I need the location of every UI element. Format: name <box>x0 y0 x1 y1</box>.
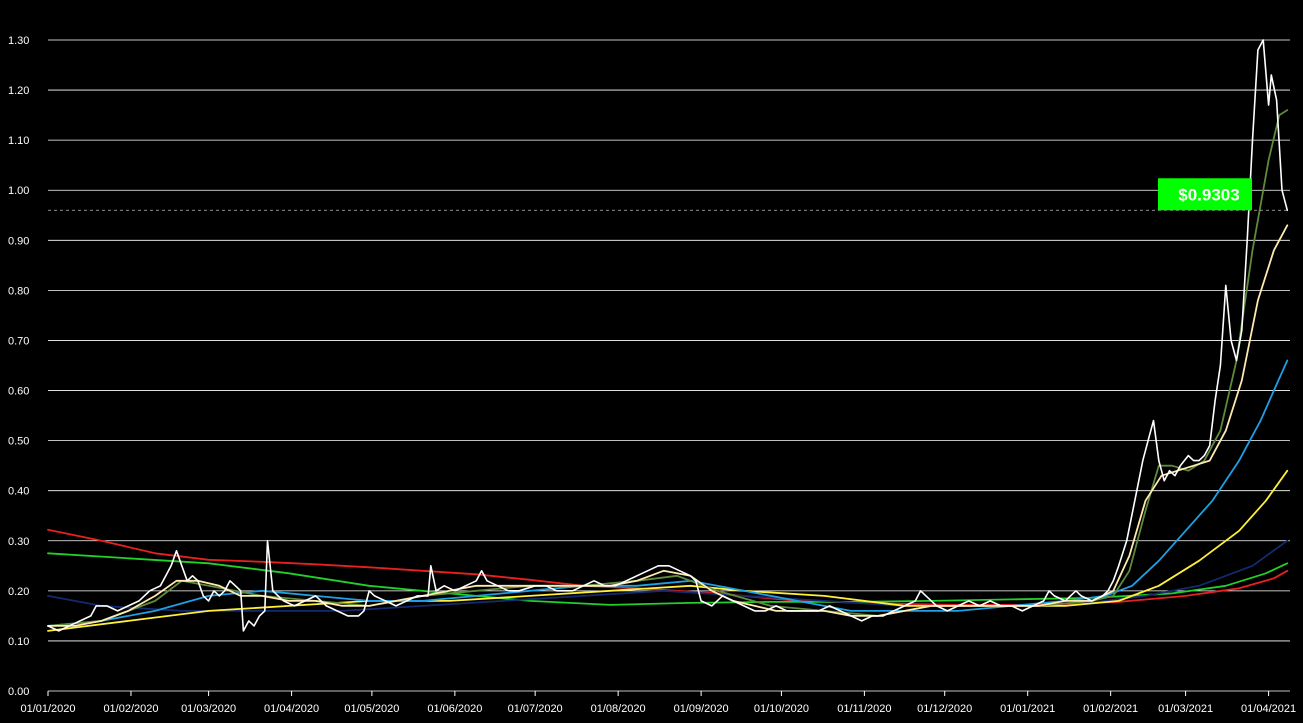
x-tick-label: 01/02/2021 <box>1083 703 1138 715</box>
x-tick-label: 01/01/2021 <box>1000 703 1055 715</box>
y-tick-label: 0.00 <box>8 686 29 698</box>
x-tick-label: 01/05/2020 <box>344 703 399 715</box>
x-tick-label: 01/04/2020 <box>264 703 319 715</box>
price-chart: 0.00 0.10 0.20 0.30 0.40 0.50 0.60 0.70 0.80 0.90… <box>0 0 1303 723</box>
y-tick-label: 0.60 <box>8 386 29 398</box>
x-tick-label: 01/01/2020 <box>20 703 75 715</box>
y-tick-label: 0.30 <box>8 536 29 548</box>
x-tick-label: 01/04/2021 <box>1241 703 1296 715</box>
y-tick-label: 1.10 <box>8 135 29 147</box>
series-line-4 <box>47 469 1289 632</box>
y-tick-label: 0.50 <box>8 436 29 448</box>
series-line-2 <box>47 109 1289 627</box>
x-tick-label: 01/09/2020 <box>674 703 729 715</box>
y-tick-label: 0.40 <box>8 486 29 498</box>
y-tick-label: 0.90 <box>8 235 29 247</box>
y-tick-label: 1.20 <box>8 85 29 97</box>
y-tick-label: 0.20 <box>8 586 29 598</box>
y-tick-label: 1.30 <box>8 35 29 47</box>
current-price-label: $0.9303 <box>1178 185 1239 204</box>
y-tick-label: 0.70 <box>8 335 29 347</box>
y-tick-label: 0.80 <box>8 285 29 297</box>
x-tick-label: 01/07/2020 <box>508 703 563 715</box>
series-line-0 <box>47 39 1289 632</box>
x-tick-label: 01/06/2020 <box>427 703 482 715</box>
x-tick-label: 01/12/2020 <box>917 703 972 715</box>
y-tick-label: 0.10 <box>8 636 29 648</box>
series-line-3 <box>47 359 1289 627</box>
x-tick-label: 01/03/2021 <box>1158 703 1213 715</box>
chart-svg: 0.00 0.10 0.20 0.30 0.40 0.50 0.60 0.70 0.80 0.90… <box>8 35 1296 715</box>
x-tick-label: 01/03/2020 <box>181 703 236 715</box>
x-tick-label: 01/08/2020 <box>591 703 646 715</box>
x-tick-label: 01/11/2020 <box>837 703 891 715</box>
series-line-5 <box>47 539 1289 612</box>
y-tick-label: 1.00 <box>8 185 29 197</box>
x-tick-label: 01/10/2020 <box>754 703 809 715</box>
x-tick-label: 01/02/2020 <box>103 703 158 715</box>
